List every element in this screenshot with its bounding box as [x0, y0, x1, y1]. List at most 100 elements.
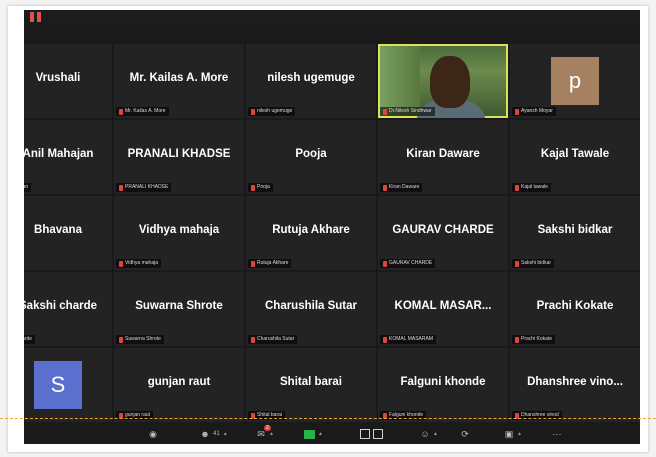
- participant-label-text: Mr. Kailas A. More: [125, 108, 166, 114]
- muted-mic-icon: [515, 108, 519, 115]
- participant-label-text: Suwarna Shrote: [125, 336, 161, 342]
- participant-tile[interactable]: Vrushalishali: [24, 44, 112, 118]
- recording-indicator-icon: [30, 12, 52, 22]
- reactions-icon: ☺: [420, 429, 430, 439]
- chevron-up-icon: ▲: [318, 431, 323, 437]
- participant-name: Sakshi charde: [24, 300, 97, 312]
- participant-label: Mr. Kailas A. More: [116, 107, 169, 116]
- participant-label: GAURAV CHARDE: [380, 259, 436, 268]
- participant-label-text: Kajal tawale: [521, 184, 548, 190]
- participant-label-text: Charushila Sutar: [257, 336, 295, 342]
- participant-tile[interactable]: Kiran Daware Kiran Daware: [378, 120, 508, 194]
- more-icon: ⋯: [552, 428, 562, 439]
- participant-label-text: shi charde: [24, 336, 33, 342]
- participant-name: Kajal Tawale: [540, 148, 610, 160]
- chevron-up-icon: ▲: [222, 431, 228, 437]
- participant-tile[interactable]: Kajal Tawale Kajal tawale: [510, 120, 640, 194]
- participant-tile[interactable]: Dr.Nilesh Sindhwar: [378, 44, 508, 118]
- participant-label: Vidhya mahaja: [116, 259, 161, 268]
- participant-tile[interactable]: S: [24, 348, 112, 422]
- participant-label: Ayansh Moyar: [512, 107, 556, 116]
- security-button[interactable]: ◉: [148, 427, 158, 441]
- participant-tile[interactable]: Falguni khonde Falguni khonde: [378, 348, 508, 422]
- participant-tile[interactable]: PRANALI KHADSE PRANALI KHADSE: [114, 120, 244, 194]
- participant-label: Prachi Kokate: [512, 335, 556, 344]
- participant-label-text: Ayansh Moyar: [521, 108, 553, 114]
- participant-tile[interactable]: Suwarna Shrote Suwarna Shrote: [114, 272, 244, 346]
- shield-icon: ◉: [149, 428, 157, 439]
- participant-name: PRANALI KHADSE: [127, 148, 231, 160]
- avatar: p: [551, 57, 599, 105]
- participant-tile[interactable]: Vidhya mahaja Vidhya mahaja: [114, 196, 244, 270]
- participant-name: Pooja: [295, 148, 327, 160]
- participants-count: 41: [213, 431, 220, 437]
- participant-label-text: Kiran Daware: [389, 184, 420, 190]
- chat-button[interactable]: ✉ 2 ▲: [256, 425, 274, 441]
- participant-name: Rutuja Akhare: [272, 224, 350, 236]
- participant-tile[interactable]: gunjan raut gunjan raut: [114, 348, 244, 422]
- apps-button[interactable]: ⟳: [460, 427, 470, 441]
- participant-label-text: Sakshi bidkar: [521, 260, 552, 266]
- participant-label-text: Dr.Nilesh Sindhwar: [389, 108, 432, 114]
- participant-tile[interactable]: nilesh ugemuge nilesh ugemuge: [246, 44, 376, 118]
- participant-tile[interactable]: GAURAV CHARDE GAURAV CHARDE: [378, 196, 508, 270]
- chevron-up-icon: ▲: [517, 431, 522, 437]
- participant-label: PRANALI KHADSE: [116, 183, 172, 192]
- muted-mic-icon: [119, 336, 123, 343]
- participants-button[interactable]: ☻ 41 ▲: [200, 427, 228, 441]
- participant-name: Vrushali: [35, 72, 81, 84]
- participant-tile[interactable]: Mr. Kailas A. More Mr. Kailas A. More: [114, 44, 244, 118]
- participant-name: Suwarna Shrote: [135, 300, 223, 312]
- participant-tile[interactable]: Charushila Sutar Charushila Sutar: [246, 272, 376, 346]
- participant-tile[interactable]: Anil Mahajan Mahajan: [24, 120, 112, 194]
- participant-tile[interactable]: Prachi Kokate Prachi Kokate: [510, 272, 640, 346]
- participant-name: Charushila Sutar: [264, 300, 358, 312]
- participant-name: Shital barai: [280, 376, 342, 388]
- participant-tile[interactable]: Dhanshree vino... Dhanshree vinod: [510, 348, 640, 422]
- participant-tile[interactable]: Sakshi bidkar Sakshi bidkar: [510, 196, 640, 270]
- share-screen-icon: [304, 429, 315, 439]
- muted-mic-icon: [383, 260, 387, 267]
- participant-label: Suwarna Shrote: [116, 335, 164, 344]
- participant-label-text: PRANALI KHADSE: [125, 184, 169, 190]
- participant-label: Pooja: [248, 183, 273, 192]
- meeting-toolbar: ◉ ☻ 41 ▲ ✉ 2 ▲ ▲ ☺ ▲ ⟳ ▣ ▲ ⋯: [24, 424, 640, 444]
- participant-name: Anil Mahajan: [24, 148, 94, 160]
- record-button[interactable]: [360, 427, 383, 441]
- participant-label-text: KOMAL MASARAM: [389, 336, 433, 342]
- participant-name: Vidhya mahaja: [138, 224, 220, 236]
- participant-name: Mr. Kailas A. More: [129, 72, 229, 84]
- participant-tile[interactable]: Sakshi charde shi charde: [24, 272, 112, 346]
- reactions-button[interactable]: ☺ ▲: [420, 427, 438, 441]
- muted-mic-icon: [119, 108, 123, 115]
- whiteboard-button[interactable]: ▣ ▲: [504, 427, 522, 441]
- participants-icon: ☻: [200, 429, 210, 439]
- participant-label: nilesh ugemuge: [248, 107, 296, 116]
- participant-tile[interactable]: Shital barai Shital barai: [246, 348, 376, 422]
- muted-mic-icon: [119, 260, 123, 267]
- apps-icon: ⟳: [461, 428, 469, 439]
- participant-label: Mahajan: [24, 183, 32, 192]
- muted-mic-icon: [251, 336, 255, 343]
- participant-label: KOMAL MASARAM: [380, 335, 436, 344]
- participant-name: Sakshi bidkar: [537, 224, 613, 236]
- participant-label: Kajal tawale: [512, 183, 551, 192]
- participant-tile[interactable]: Bhavanavana: [24, 196, 112, 270]
- participant-name: nilesh ugemuge: [267, 72, 355, 84]
- muted-mic-icon: [515, 184, 519, 191]
- participant-tile[interactable]: Pooja Pooja: [246, 120, 376, 194]
- more-button[interactable]: ⋯: [552, 427, 562, 441]
- participant-tile[interactable]: Rutuja Akhare Rutuja Akhare: [246, 196, 376, 270]
- participant-label: Charushila Sutar: [248, 335, 298, 344]
- share-screen-button[interactable]: ▲: [304, 427, 323, 441]
- participant-tile[interactable]: KOMAL MASAR... KOMAL MASARAM: [378, 272, 508, 346]
- window-top-strip: [24, 10, 640, 24]
- chevron-up-icon: ▲: [433, 431, 438, 437]
- participant-label-text: GAURAV CHARDE: [389, 260, 433, 266]
- participant-name: Kiran Daware: [406, 148, 480, 160]
- participant-label-text: nilesh ugemuge: [257, 108, 293, 114]
- meeting-window: VrushalishaliMr. Kailas A. MoreMr. Kaila…: [24, 24, 640, 444]
- participant-tile[interactable]: p Ayansh Moyar: [510, 44, 640, 118]
- participant-name: Prachi Kokate: [536, 300, 614, 312]
- muted-mic-icon: [251, 260, 255, 267]
